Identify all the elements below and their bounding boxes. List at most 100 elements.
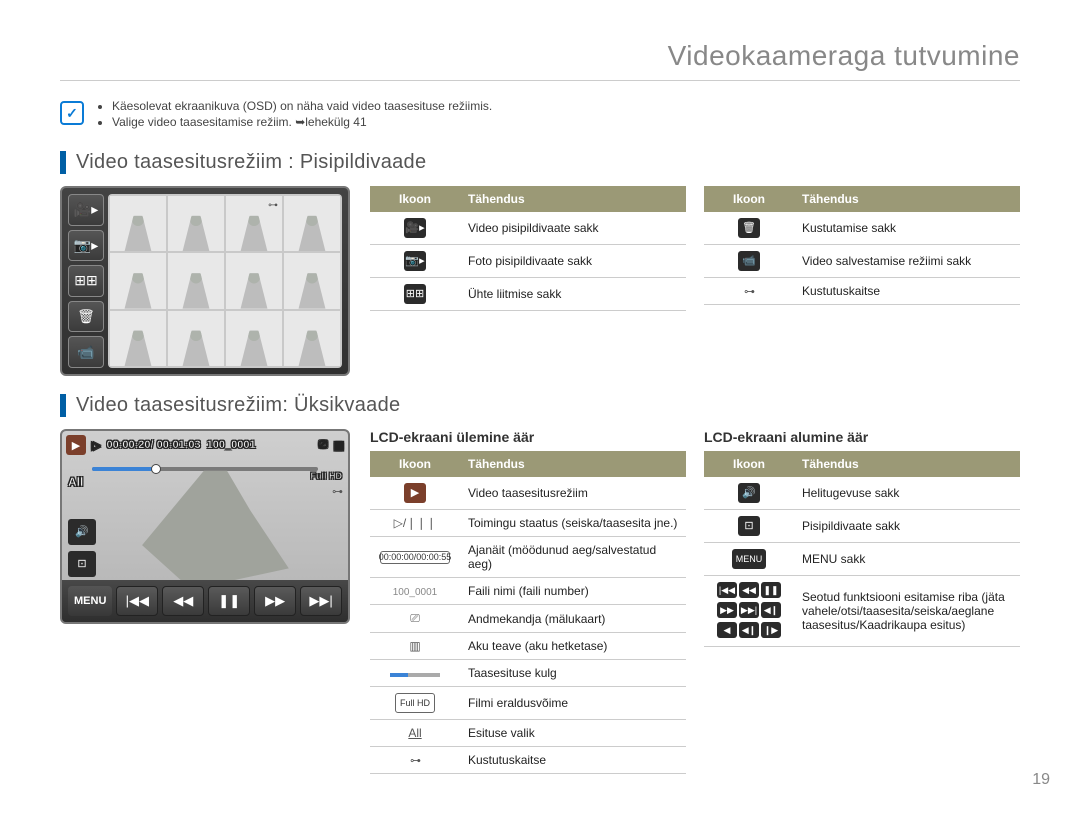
th-icon: Ikoon [370,186,460,212]
thumbnail-item[interactable] [284,311,340,366]
combine-tab[interactable]: ⊞⊞ [68,265,104,297]
rewind-button[interactable]: ◀◀ [162,586,204,616]
thumbnail-item[interactable]: ⊶ [226,196,282,251]
table-row: |◀◀◀◀❚❚▶▶▶▶| ◀❙◀◀❙❙▶ Seotud funktsiooni … [704,576,1020,647]
table-row: 00:00:00/00:00:55 Ajanäit (möödunud aeg/… [370,537,686,578]
record-mode-tab[interactable]: 📹 [68,336,104,368]
pause-button[interactable]: ❚❚ [208,586,250,616]
time-counter: 00:00:20/ 00:01:03 [106,439,200,451]
table-row: 📹 Video salvestamise režiimi sakk [704,245,1020,278]
table-row: ⊡ Pisipildivaate sakk [704,510,1020,543]
video-display: ▶ ▷ 00:00:20/ 00:01:03 100_0001 ⎚ ▥ All … [62,431,348,580]
table-row: 🔊 Helitugevuse sakk [704,477,1020,510]
video-silhouette [142,464,296,580]
delete-tab[interactable]: 🗑 [68,301,104,333]
battery-icon: ▥ [409,639,420,653]
video-thumb-tab-icon: 🎥▸ [404,218,426,238]
combine-tab-icon: ⊞⊞ [404,284,426,304]
section1-row: 🎥▸ 📷▸ ⊞⊞ 🗑 📹 ⊶ [60,186,1020,376]
card-icon: ⎚ [319,439,328,452]
play-mode-icon: ▶ [404,483,426,503]
cell-label: Kustutuskaitse [794,278,1020,305]
cell-label: Filmi eraldusvõime [460,687,686,720]
video-thumb-tab[interactable]: 🎥▸ [68,194,104,226]
time-counter-icon: 00:00:00/00:00:55 [380,551,450,564]
thumbnail-item[interactable] [110,253,166,308]
table-row: 🎥▸ Video pisipildivaate sakk [370,212,686,245]
thumbnail-item[interactable] [284,196,340,251]
table-row: ▥ Aku teave (aku hetketase) [370,633,686,660]
thumbnail-item[interactable] [110,311,166,366]
page-title: Videokaameraga tutvumine [60,40,1020,81]
battery-status-icon: ▥ [334,439,344,452]
page-number: 19 [1032,771,1050,789]
section2-heading: Video taasesitusrežiim: Üksikvaade [60,394,1020,417]
section2-row: ▶ ▷ 00:00:20/ 00:01:03 100_0001 ⎚ ▥ All … [60,429,1020,774]
thumbnail-item[interactable] [168,196,224,251]
table-row: ▷/❘❘❘ Toimingu staatus (seiska/taasesita… [370,510,686,537]
play-pause-status-icon: ▷/❘❘❘ [394,516,437,530]
next-button[interactable]: ▶▶| [300,586,342,616]
thumbnail-item[interactable] [284,253,340,308]
cell-label: Ühte liitmise sakk [460,278,686,311]
photo-thumb-tab-icon: 📷▸ [404,251,426,271]
photo-thumb-tab[interactable]: 📷▸ [68,230,104,262]
delete-tab-icon: 🗑 [738,218,760,238]
table-row: MENU MENU sakk [704,543,1020,576]
thumbnail-item[interactable] [226,311,282,366]
fullhd-icon: Full HD [395,693,435,713]
th-meaning: Tähendus [794,186,1020,212]
volume-icon: 🔊 [738,483,760,503]
thumbnail-sidebar: 🎥▸ 📷▸ ⊞⊞ 🗑 📹 [68,194,104,368]
protect-indicator-icon: ⊶ [332,485,342,498]
table-row: ⊶ Kustutuskaitse [370,747,686,774]
cell-label: Andmekandja (mälukaart) [460,605,686,633]
play-symbol-icon: ▷ [92,439,100,452]
storage-icon: ⎚ [410,611,420,625]
forward-button[interactable]: ▶▶ [254,586,296,616]
play-all-indicator: All [68,475,96,489]
thumb-view-tab[interactable]: ⊡ [68,551,96,577]
cell-label: Kustutuskaitse [460,747,686,774]
cell-label: Ajanäit (möödunud aeg/salvestatud aeg) [460,537,686,578]
table-row: Taasesituse kulg [370,660,686,687]
note-item: Valige video taasesitamise režiim. ➥lehe… [112,115,492,129]
th-icon: Ikoon [370,451,460,477]
table-row: ⊶ Kustutuskaitse [704,278,1020,305]
fullhd-indicator: Full HD [311,471,343,481]
menu-icon: MENU [732,549,767,569]
protect-chip-icon: ⊶ [268,200,278,211]
thumb-view-icon: ⊡ [738,516,760,536]
section1-left-table: Ikoon Tähendus 🎥▸ Video pisipildivaate s… [370,186,686,311]
playback-controls: MENU |◀◀ ◀◀ ❚❚ ▶▶ ▶▶| [62,580,348,622]
table-row: ▶ Video taasesitusrežiim [370,477,686,510]
cell-label: Taasesituse kulg [460,660,686,687]
note-item: Käesolevat ekraanikuva (OSD) on näha vai… [112,99,492,113]
cell-label: MENU sakk [794,543,1020,576]
thumbnail-item[interactable] [110,196,166,251]
table-row: 100_0001 Faili nimi (faili number) [370,578,686,605]
cell-label: Esituse valik [460,720,686,747]
play-mode-indicator-icon: ▶ [66,435,86,455]
menu-button[interactable]: MENU [68,586,112,616]
thumbnail-item[interactable] [226,253,282,308]
table-row: ⊞⊞ Ühte liitmise sakk [370,278,686,311]
protect-icon-2: ⊶ [410,755,420,767]
progress-icon [390,673,440,677]
thumbnail-item[interactable] [168,253,224,308]
thumbnail-item[interactable] [168,311,224,366]
upper-table: Ikoon Tähendus ▶ Video taasesitusrežiim … [370,451,686,774]
cell-label: Video pisipildivaate sakk [460,212,686,245]
table-row: Full HD Filmi eraldusvõime [370,687,686,720]
prev-button[interactable]: |◀◀ [116,586,158,616]
cell-label: Toimingu staatus (seiska/taasesita jne.) [460,510,686,537]
table-row: 🗑 Kustutamise sakk [704,212,1020,245]
section1-heading: Video taasesitusrežiim : Pisipildivaade [60,151,1020,174]
th-icon: Ikoon [704,451,794,477]
volume-tab[interactable]: 🔊 [68,519,96,545]
cell-label: Pisipildivaate sakk [794,510,1020,543]
section1-right-table: Ikoon Tähendus 🗑 Kustutamise sakk 📹 Vide… [704,186,1020,305]
notes-block: ✓ Käesolevat ekraanikuva (OSD) on näha v… [60,99,1020,131]
filename-display: 100_0001 [207,439,256,451]
cell-label: Helitugevuse sakk [794,477,1020,510]
